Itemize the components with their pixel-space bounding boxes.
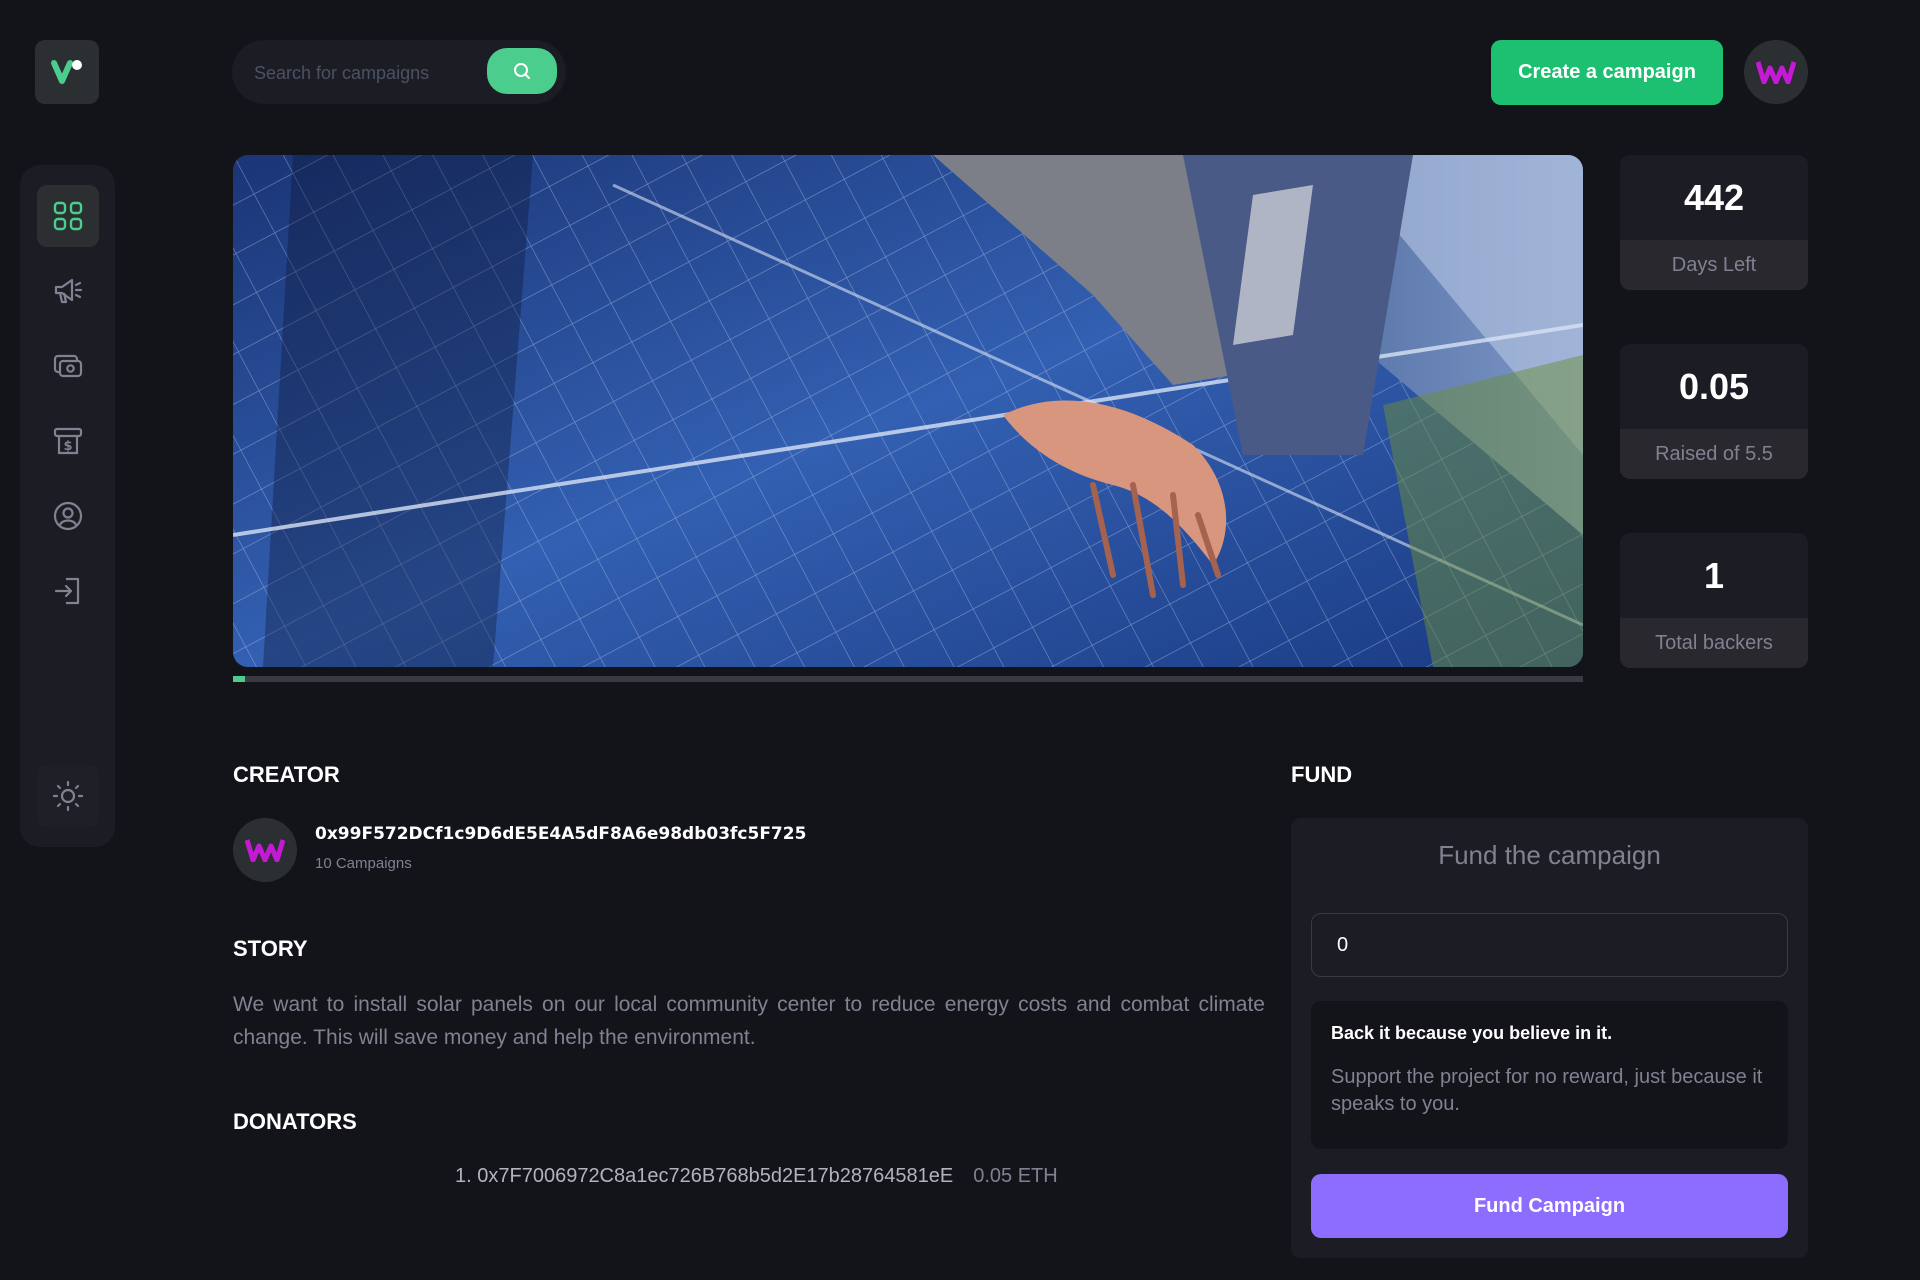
creator-address: 0x99F572DCf1c9D6dE5E4A5dF8A6e98db03fc5F7…	[315, 824, 807, 844]
donator-address: 1. 0x7F7006972C8a1ec726B768b5d2E17b28764…	[455, 1165, 954, 1187]
create-campaign-button[interactable]: Create a campaign	[1491, 40, 1723, 105]
search-input[interactable]	[252, 40, 486, 106]
funding-progress-bar	[233, 676, 1583, 682]
stat-days-left: 442 Days Left	[1620, 155, 1808, 290]
donator-row: 1. 0x7F7006972C8a1ec726B768b5d2E17b28764…	[455, 1165, 1058, 1188]
story-heading: Story	[233, 936, 308, 961]
fund-panel: Fund the campaign Back it because you be…	[1291, 818, 1808, 1258]
campaign-image	[233, 155, 1583, 667]
sidebar-item-logout[interactable]	[37, 560, 99, 622]
stat-label: Total backers	[1620, 618, 1808, 668]
donator-amount: 0.05 ETH	[973, 1165, 1058, 1187]
withdraw-icon: $	[53, 427, 83, 455]
stat-value: 0.05	[1678, 365, 1750, 407]
stat-total-backers: 1 Total backers	[1620, 533, 1808, 668]
user-avatar[interactable]	[1744, 40, 1808, 104]
stat-raised: 0.05 Raised of 5.5	[1620, 344, 1808, 479]
logout-icon	[54, 577, 80, 605]
sidebar-item-dashboard[interactable]	[37, 185, 99, 247]
dashboard-icon	[53, 201, 83, 231]
search-icon	[514, 63, 530, 79]
creator-heading: Creator	[233, 762, 340, 787]
sidebar-item-campaign[interactable]	[37, 260, 99, 322]
app-logo[interactable]	[35, 40, 99, 104]
profile-icon	[53, 501, 83, 531]
sun-icon	[52, 780, 84, 812]
user-avatar-logo	[1756, 61, 1796, 84]
theme-toggle[interactable]	[37, 765, 99, 827]
fund-amount-input[interactable]	[1311, 913, 1788, 977]
sidebar: $	[20, 165, 115, 847]
sidebar-item-payment[interactable]	[37, 335, 99, 397]
fund-note-title: Back it because you believe in it.	[1331, 1023, 1613, 1043]
creator-avatar-logo	[245, 839, 285, 862]
fund-heading: Fund	[1291, 762, 1353, 787]
story-text: We want to install solar panels on our l…	[233, 993, 1265, 1049]
creator-campaign-count: 10 Campaigns	[315, 855, 412, 872]
payment-icon	[53, 354, 83, 378]
sidebar-item-withdraw[interactable]: $	[37, 410, 99, 472]
funding-progress-fill	[233, 676, 246, 682]
search-bar	[232, 40, 566, 106]
creator-avatar	[233, 818, 297, 882]
stat-value: 442	[1683, 176, 1745, 218]
donators-heading: Donators	[233, 1109, 357, 1134]
stat-label: Days Left	[1620, 240, 1808, 290]
fund-note: Back it because you believe in it. Suppo…	[1311, 1001, 1788, 1149]
fund-title: Fund the campaign	[1438, 840, 1661, 870]
logo-icon	[51, 60, 82, 84]
fund-campaign-button[interactable]: Fund Campaign	[1311, 1174, 1788, 1238]
svg-text:$: $	[63, 439, 72, 454]
fund-note-text: Support the project for no reward, just …	[1331, 1066, 1763, 1115]
stat-value: 1	[1703, 554, 1725, 596]
search-button[interactable]	[487, 48, 557, 94]
megaphone-icon	[54, 278, 83, 304]
stat-label: Raised of 5.5	[1620, 429, 1808, 479]
sidebar-item-profile[interactable]	[37, 485, 99, 547]
